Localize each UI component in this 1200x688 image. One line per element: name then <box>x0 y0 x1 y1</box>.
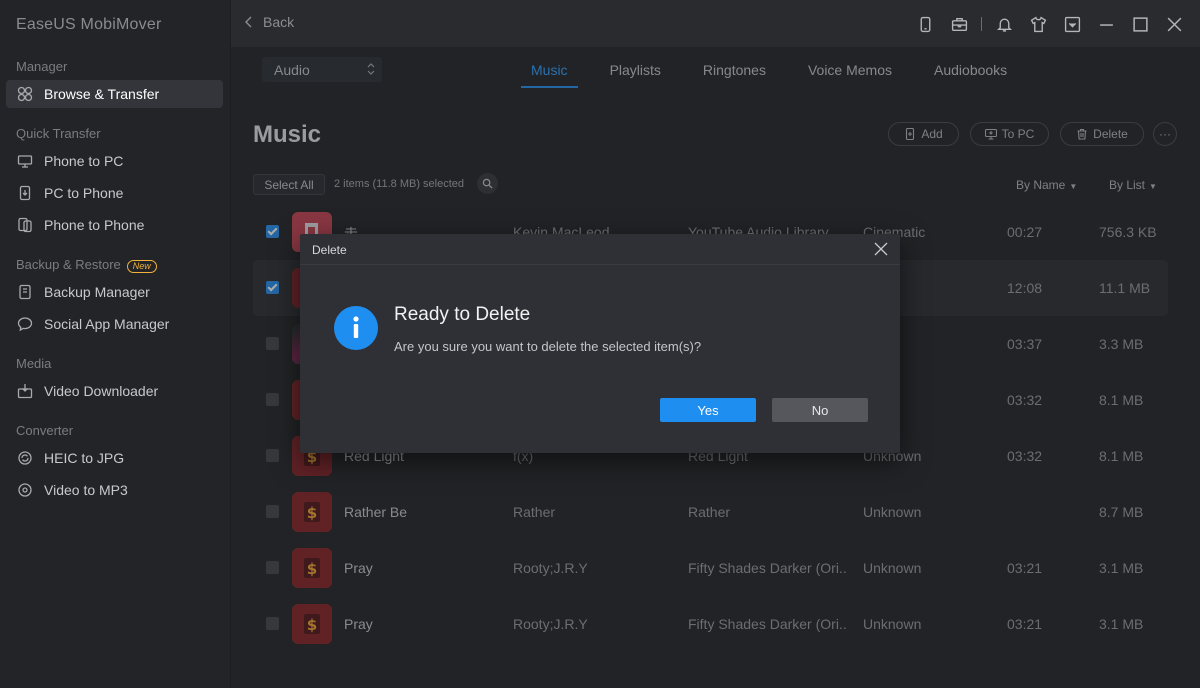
section-backup-restore: Backup & Restore New <box>16 257 157 273</box>
download-icon <box>16 382 34 400</box>
yes-button[interactable]: Yes <box>660 398 756 422</box>
close-icon[interactable] <box>874 242 888 256</box>
bell-icon[interactable] <box>992 12 1016 36</box>
sidebar-item-label: Video to MP3 <box>44 482 128 498</box>
sidebar-item-label: PC to Phone <box>44 185 124 201</box>
chat-bubble-icon <box>16 315 34 333</box>
sidebar-item-label: Video Downloader <box>44 383 159 399</box>
sidebar-item-label: Phone to PC <box>44 153 124 169</box>
sidebar-item-phone-to-phone[interactable]: Phone to Phone <box>6 211 223 239</box>
convert-image-icon <box>16 449 34 467</box>
section-quick-transfer: Quick Transfer <box>16 126 101 141</box>
tshirt-icon[interactable] <box>1026 12 1050 36</box>
section-media: Media <box>16 356 52 371</box>
divider <box>981 17 982 31</box>
sidebar-item-label: Phone to Phone <box>44 217 145 233</box>
sidebar-item-label: Browse & Transfer <box>44 86 160 102</box>
dialog-title: Ready to Delete <box>394 304 531 325</box>
window-controls <box>903 12 1186 36</box>
dialog-header: Delete <box>300 234 900 265</box>
section-manager: Manager <box>16 59 68 74</box>
section-converter: Converter <box>16 423 74 438</box>
delete-dialog: Delete Ready to Delete Are you sure you … <box>300 234 900 453</box>
chevron-left-icon <box>245 16 252 28</box>
info-icon <box>334 306 378 350</box>
phone-to-pc-icon <box>16 152 34 170</box>
section-backup-label: Backup & Restore <box>16 257 121 272</box>
sidebar-item-browse-transfer[interactable]: Browse & Transfer <box>6 80 223 108</box>
sidebar-item-pc-to-phone[interactable]: PC to Phone <box>6 179 223 207</box>
back-button[interactable]: Back <box>243 14 294 30</box>
convert-video-icon <box>16 481 34 499</box>
minimize-icon[interactable] <box>1094 12 1118 36</box>
backup-icon <box>16 283 34 301</box>
grid-icon <box>16 85 34 103</box>
titlebar: Back <box>231 0 1200 48</box>
sidebar: EaseUS MobiMover Manager Browse & Transf… <box>0 0 231 688</box>
menu-dropdown-icon[interactable] <box>1060 12 1084 36</box>
no-button[interactable]: No <box>772 398 868 422</box>
device-phone-icon[interactable] <box>913 12 937 36</box>
sidebar-item-heic-to-jpg[interactable]: HEIC to JPG <box>6 444 223 472</box>
maximize-icon[interactable] <box>1128 12 1152 36</box>
close-icon[interactable] <box>1162 12 1186 36</box>
new-badge: New <box>126 260 157 273</box>
app-title: EaseUS MobiMover <box>16 16 162 33</box>
sidebar-item-backup-manager[interactable]: Backup Manager <box>6 278 223 306</box>
toolbox-icon[interactable] <box>947 12 971 36</box>
sidebar-item-video-to-mp3[interactable]: Video to MP3 <box>6 476 223 504</box>
back-label: Back <box>263 14 295 30</box>
sidebar-item-label: Social App Manager <box>44 316 170 332</box>
dialog-message: Are you sure you want to delete the sele… <box>394 339 702 354</box>
phone-to-phone-icon <box>16 216 34 234</box>
sidebar-item-video-downloader[interactable]: Video Downloader <box>6 377 223 405</box>
sidebar-item-label: HEIC to JPG <box>44 450 125 466</box>
sidebar-item-label: Backup Manager <box>44 284 150 300</box>
pc-to-phone-icon <box>16 184 34 202</box>
sidebar-item-phone-to-pc[interactable]: Phone to PC <box>6 147 223 175</box>
sidebar-item-social-app-manager[interactable]: Social App Manager <box>6 310 223 338</box>
